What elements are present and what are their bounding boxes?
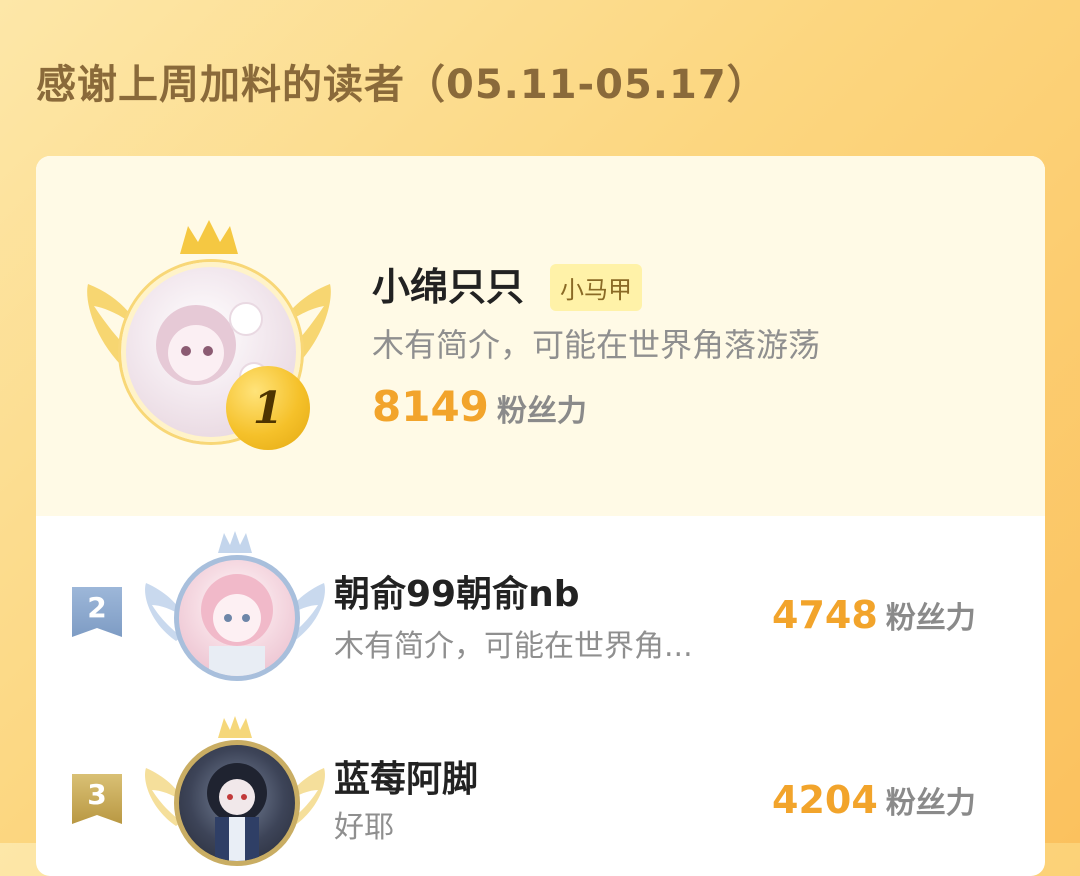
fans-value: 8149 xyxy=(372,382,489,431)
fans-value: 4204 xyxy=(772,778,878,822)
top-reader-row[interactable]: 1 小绵只只 小马甲 木有简介，可能在世界角落游荡 8149 粉丝力 xyxy=(36,156,1045,516)
leaderboard-card: 1 小绵只只 小马甲 木有简介，可能在世界角落游荡 8149 粉丝力 2 朝俞9… xyxy=(36,156,1045,876)
fans-unit: 粉丝力 xyxy=(885,601,976,636)
rank-badge: 1 xyxy=(226,366,310,450)
rank-flag: 3 xyxy=(72,774,122,824)
fans-value: 4748 xyxy=(772,593,878,637)
fans-unit: 粉丝力 xyxy=(885,786,976,821)
fans-power: 4748 粉丝力 xyxy=(772,593,976,637)
page-title: 感谢上周加料的读者（05.11-05.17） xyxy=(36,62,768,108)
fans-power: 4204 粉丝力 xyxy=(772,778,976,822)
avatar[interactable] xyxy=(174,555,300,681)
tag-badge: 小马甲 xyxy=(550,264,642,311)
reader-bio: 木有简介，可能在世界角落游荡 xyxy=(372,326,821,364)
list-item[interactable]: 2 朝俞99朝俞nb 木有简介，可能在世界角... 4748 粉丝力 xyxy=(36,521,1045,701)
list-item[interactable]: 3 蓝莓阿脚 好耶 4204 粉丝力 xyxy=(36,706,1045,876)
avatar-frame xyxy=(140,716,330,876)
rank1-avatar-frame: 1 xyxy=(84,220,334,450)
reader-bio: 木有简介，可能在世界角... xyxy=(334,629,693,664)
rank-flag: 2 xyxy=(72,587,122,637)
avatar[interactable] xyxy=(174,740,300,866)
fans-power: 8149 粉丝力 xyxy=(372,382,587,431)
crown-icon xyxy=(180,220,238,254)
fans-unit: 粉丝力 xyxy=(496,394,587,429)
reader-name[interactable]: 朝俞99朝俞nb xyxy=(334,565,580,617)
reader-name[interactable]: 蓝莓阿脚 xyxy=(334,750,478,802)
avatar-frame xyxy=(140,531,330,691)
reader-name[interactable]: 小绵只只 xyxy=(372,256,524,311)
reader-bio: 好耶 xyxy=(334,810,394,845)
